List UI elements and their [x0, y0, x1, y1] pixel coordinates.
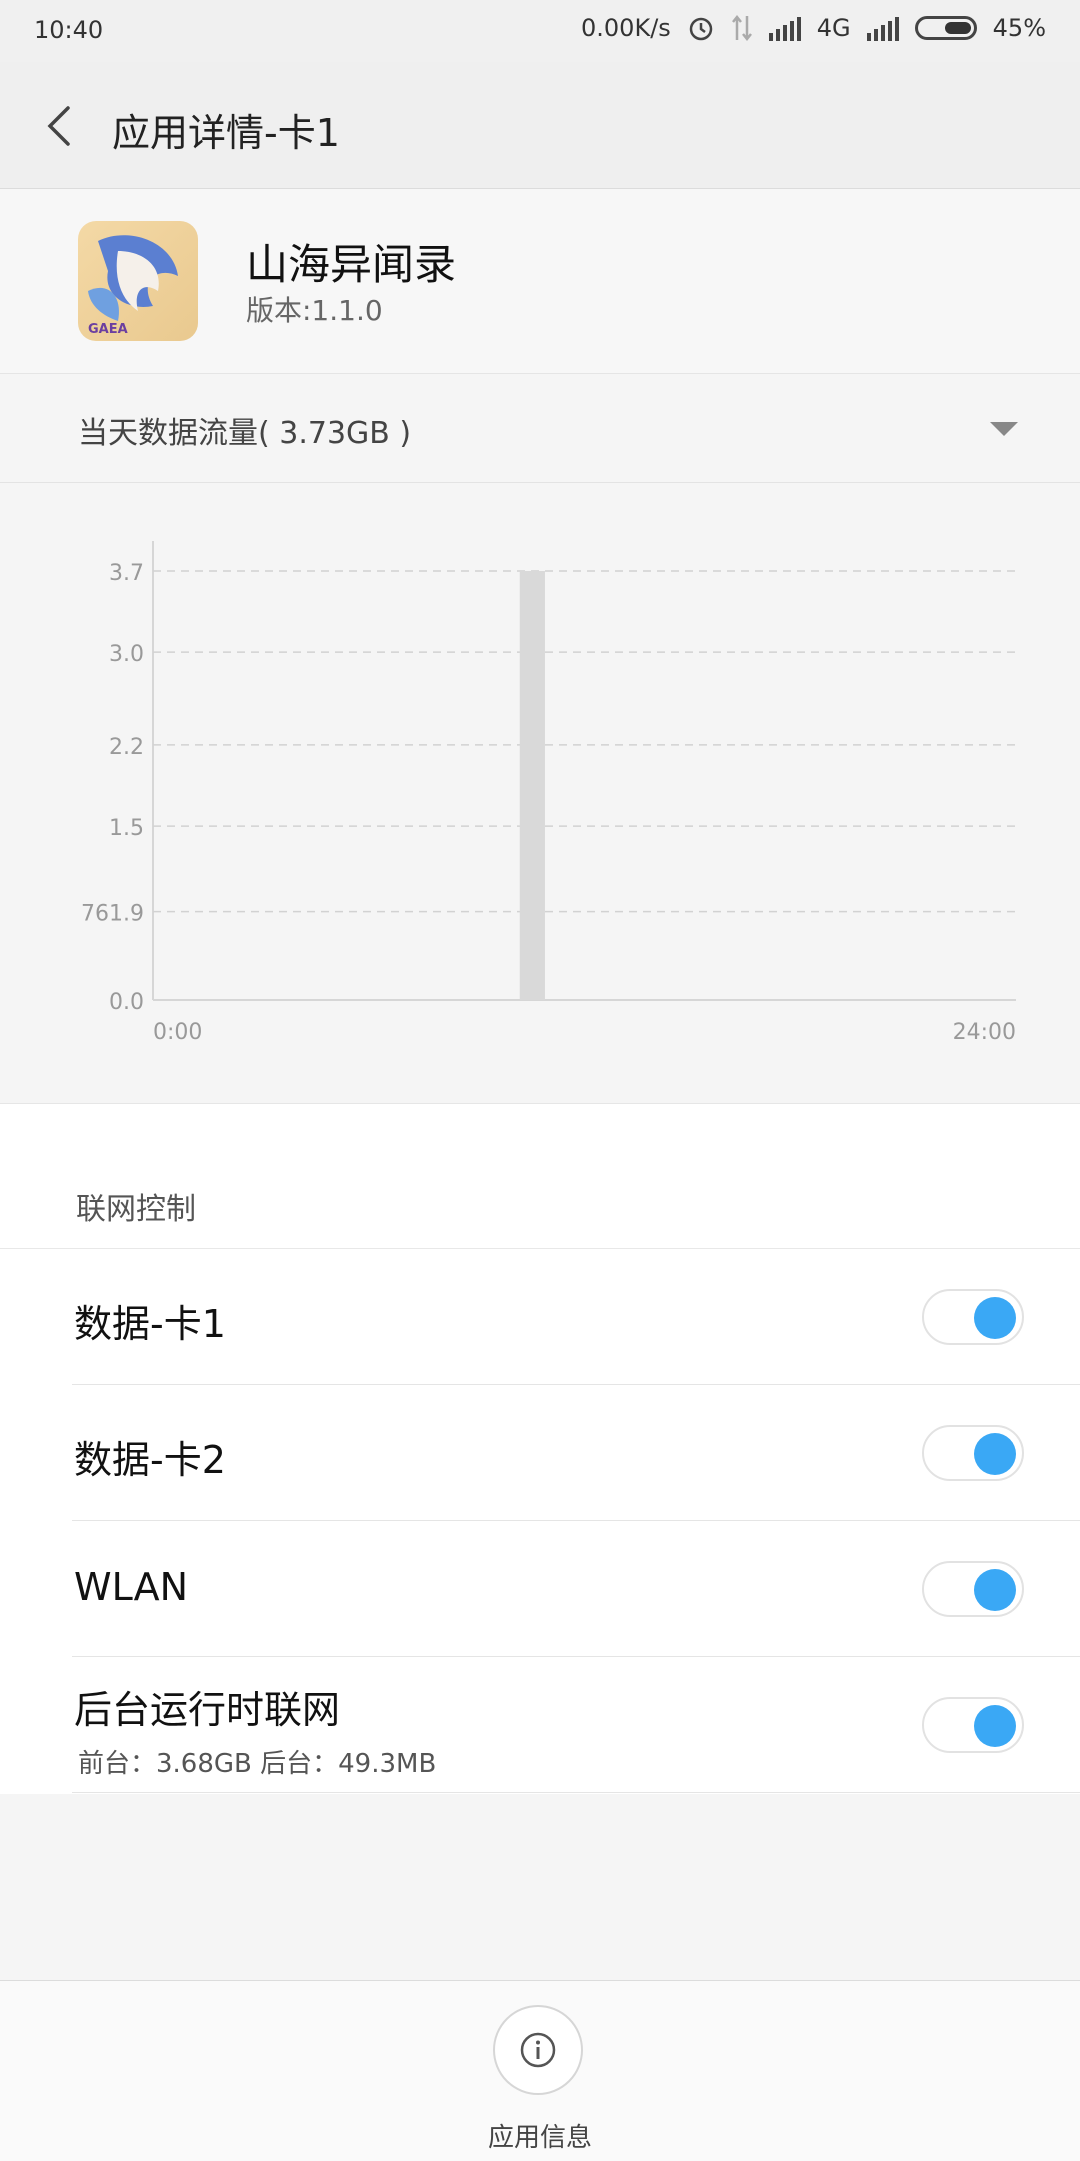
row-data-card1: 数据-卡1 — [0, 1249, 1080, 1385]
net-speed: 0.00K/s — [581, 14, 671, 42]
y-tick-label: 2.2 — [109, 735, 144, 760]
triangle-down-icon — [990, 422, 1018, 436]
y-tick-label: 3.0 — [109, 642, 144, 667]
signal-icon — [768, 15, 801, 41]
network-control-section: 联网控制 数据-卡1 数据-卡2 WLAN 后台运行时联网 前台：3.68GB … — [0, 1104, 1080, 1794]
section-title: 联网控制 — [76, 1192, 196, 1227]
page-title: 应用详情-卡1 — [112, 111, 340, 155]
info-icon — [520, 2032, 556, 2068]
alarm-icon — [689, 17, 713, 41]
y-tick-label: 1.5 — [109, 816, 144, 841]
network-type: 4G — [816, 14, 851, 42]
row-label: 后台运行时联网 — [74, 1688, 341, 1732]
y-tick-label: 761.9 — [81, 902, 144, 927]
usage-chart-svg: 0.0 761.9 1.5 2.2 3.0 3.7 0:00 24:00 — [81, 541, 1016, 1045]
usage-dropdown[interactable]: 当天数据流量( 3.73GB ) — [0, 374, 1080, 483]
y-tick-label: 0.0 — [109, 990, 144, 1015]
app-header: 应用详情-卡1 — [0, 62, 1080, 189]
row-divider — [72, 1792, 1080, 1793]
toggle-background-network[interactable] — [922, 1697, 1024, 1753]
app-version: 版本:1.1.0 — [246, 294, 383, 327]
row-label: WLAN — [74, 1565, 189, 1609]
bottom-bar: 应用信息 — [0, 1980, 1080, 2161]
toggle-knob — [974, 1705, 1016, 1747]
x-tick-label: 0:00 — [153, 1020, 202, 1045]
row-data-card2: 数据-卡2 — [0, 1385, 1080, 1521]
toggle-knob — [974, 1433, 1016, 1475]
toggle-data-card2[interactable] — [922, 1425, 1024, 1481]
usage-label: 当天数据流量( 3.73GB ) — [78, 416, 412, 451]
data-arrows-icon — [731, 14, 752, 42]
battery-level: 45% — [992, 14, 1046, 42]
battery-icon — [914, 16, 977, 40]
status-time: 10:40 — [34, 16, 104, 44]
usage-chart: 0.0 761.9 1.5 2.2 3.0 3.7 0:00 24:00 — [0, 483, 1080, 1104]
row-background-network: 后台运行时联网 前台：3.68GB 后台：49.3MB — [0, 1657, 1080, 1793]
y-tick-label: 3.7 — [109, 561, 144, 586]
signal-icon — [866, 15, 899, 41]
toggle-knob — [974, 1569, 1016, 1611]
toggle-data-card1[interactable] — [922, 1289, 1024, 1345]
toggle-wlan[interactable] — [922, 1561, 1024, 1617]
app-name: 山海异闻录 — [246, 240, 457, 289]
row-label: 数据-卡1 — [74, 1302, 226, 1346]
status-bar: 10:40 0.00K/s 4G 45% — [0, 0, 1080, 62]
chevron-left-icon[interactable] — [40, 104, 80, 148]
row-label: 数据-卡2 — [74, 1438, 226, 1482]
app-info-card: GAEA 山海异闻录 版本:1.1.0 — [0, 189, 1080, 374]
app-info-label[interactable]: 应用信息 — [0, 2117, 1080, 2154]
status-icons: 0.00K/s 4G 45% — [581, 14, 1046, 42]
toggle-knob — [974, 1297, 1016, 1339]
app-info-button[interactable] — [493, 2005, 583, 2095]
row-wlan: WLAN — [0, 1521, 1080, 1657]
app-icon: GAEA — [78, 221, 198, 341]
row-sub-usage: 前台：3.68GB 后台：49.3MB — [78, 1749, 437, 1779]
x-tick-label: 24:00 — [953, 1020, 1016, 1045]
app-icon-text: GAEA — [88, 322, 128, 337]
chart-bar — [519, 571, 545, 1000]
